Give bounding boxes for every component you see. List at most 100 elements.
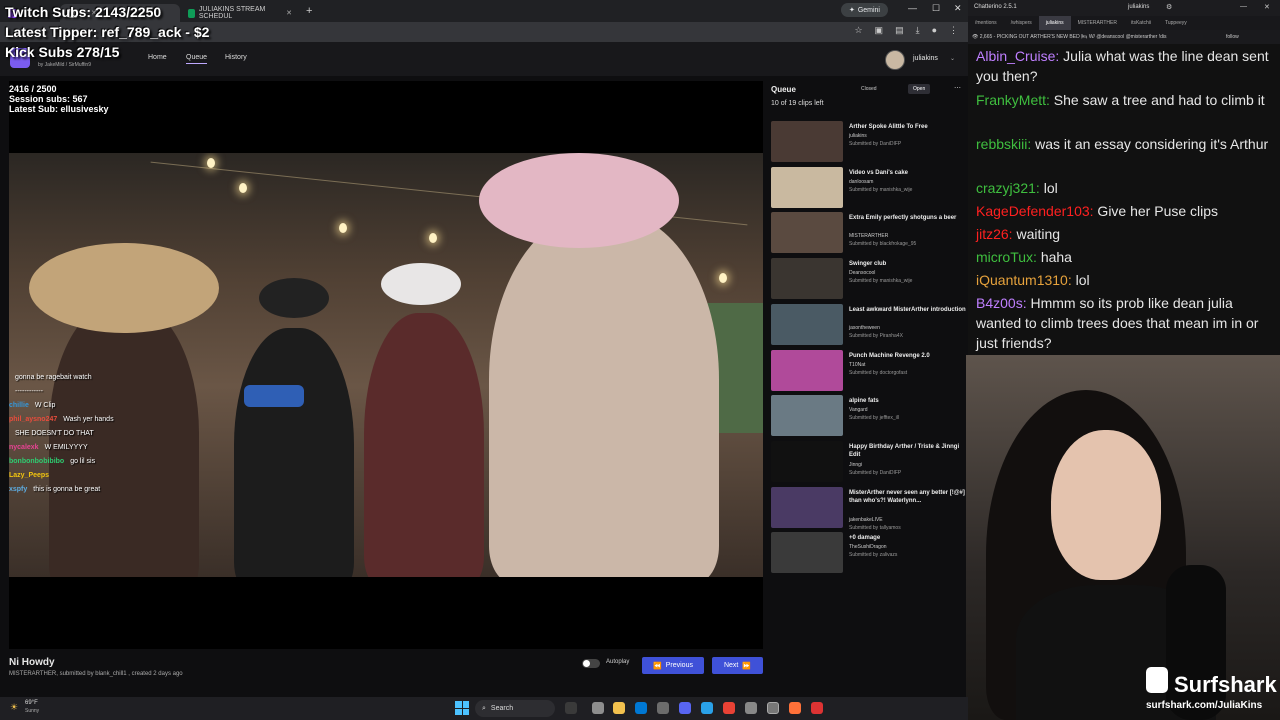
- minimize-icon[interactable]: —: [1240, 3, 1247, 10]
- queue-item[interactable]: +0 damage TheSushiDragon Submitted by zali…: [771, 532, 966, 576]
- chat-message[interactable]: crazyj321: lol: [976, 178, 1272, 198]
- chat-username[interactable]: iQuantum1310:: [976, 272, 1072, 288]
- queue-item[interactable]: Least awkward MisterArther introduction j…: [771, 303, 966, 348]
- sun-icon[interactable]: ☀: [10, 702, 18, 713]
- overlay-chat-user: nycalexk: [9, 444, 39, 451]
- queue-item[interactable]: Extra Emily perfectly shotguns a beer MIS…: [771, 212, 966, 256]
- chat-tab-juliakins[interactable]: juliakins: [1038, 16, 1071, 30]
- clip-channel: jakenbakeLIVE: [849, 516, 883, 523]
- star-icon[interactable]: ☆: [854, 25, 862, 36]
- obs-icon[interactable]: [745, 702, 757, 714]
- chat-message[interactable]: FrankyMett: She saw a tree and had to cl…: [976, 90, 1272, 110]
- fast-forward-icon: ⏩: [742, 662, 752, 670]
- next-button[interactable]: Next ⏩: [712, 657, 763, 674]
- overlay-chat-text: this is gonna be great: [33, 486, 101, 493]
- overlay-chat-text: Wash yer hands: [63, 416, 114, 423]
- sidebar-icon[interactable]: ▤: [895, 25, 904, 36]
- video-player[interactable]: 2416 / 2500 Session subs: 567 Latest Sub…: [9, 81, 763, 649]
- menu-icon[interactable]: ⋮: [949, 25, 958, 36]
- close-window-icon[interactable]: ✕: [1264, 3, 1270, 11]
- discord-icon[interactable]: [679, 702, 691, 714]
- firefox-icon[interactable]: [789, 702, 801, 714]
- autoplay-toggle[interactable]: [582, 659, 600, 668]
- clip-thumbnail[interactable]: [771, 166, 843, 208]
- weather-condition[interactable]: Sunny: [25, 708, 39, 714]
- clip-thumbnail[interactable]: [771, 349, 843, 391]
- edge-icon[interactable]: [701, 702, 713, 714]
- queue-closed-button[interactable]: Closed: [861, 86, 877, 92]
- chat-message[interactable]: iQuantum1310: lol: [976, 270, 1272, 290]
- chat-message[interactable]: KageDefender103: Give her Puse clips: [976, 201, 1272, 221]
- chat-username[interactable]: crazyj321:: [976, 180, 1040, 196]
- profile-icon[interactable]: ●: [932, 25, 937, 36]
- chat-username[interactable]: FrankyMett:: [976, 92, 1050, 108]
- nav-history[interactable]: History: [225, 54, 247, 61]
- clip-thumbnail[interactable]: [771, 486, 843, 528]
- clip-submitter: Submitted by manishka_wije: [849, 186, 913, 193]
- queue-item[interactable]: MisterArther never seen any better [!@#]…: [771, 486, 966, 531]
- chat-tab-misterarther[interactable]: MISTERARTHER: [1071, 16, 1124, 30]
- chat-tab-itskatchii[interactable]: itsKatchii: [1124, 16, 1158, 30]
- clip-thumbnail[interactable]: [771, 532, 843, 574]
- chat-username[interactable]: Albin_Cruise:: [976, 48, 1059, 64]
- user-name[interactable]: juliakins: [913, 55, 938, 62]
- overlay-chat-line: ------------: [9, 385, 114, 399]
- clip-submitter: Submitted by jefftex_ill: [849, 415, 899, 422]
- windows-start-icon[interactable]: [455, 701, 469, 715]
- extension-icon[interactable]: ▣: [875, 25, 884, 36]
- chat-username[interactable]: KageDefender103:: [976, 203, 1094, 219]
- chrome-icon[interactable]: [723, 702, 735, 714]
- chat-message[interactable]: B4z00s: Hmmm so its prob like dean julia…: [976, 293, 1272, 353]
- widgets-icon[interactable]: [565, 702, 577, 714]
- queue-item[interactable]: Happy Birthday Arther / Triste & Jinngi …: [771, 440, 966, 485]
- clip-channel[interactable]: MISTERARTHER: [9, 671, 56, 677]
- clip-submitter: Submitted by tallyamos: [849, 524, 901, 531]
- user-avatar[interactable]: [885, 50, 905, 70]
- gemini-button[interactable]: ✦ Gemini: [840, 3, 888, 17]
- taskbar-search[interactable]: ⌕ Search: [475, 700, 555, 717]
- previous-button[interactable]: ⏪ Previous: [642, 657, 704, 674]
- close-tab-icon[interactable]: ✕: [286, 9, 292, 17]
- store-icon[interactable]: [635, 702, 647, 714]
- clip-thumbnail[interactable]: [771, 212, 843, 254]
- clip-thumbnail[interactable]: [771, 258, 843, 300]
- maximize-icon[interactable]: ☐: [932, 3, 940, 14]
- chat-tab-tuppeeyy[interactable]: Tuppeeyy: [1158, 16, 1194, 30]
- chat-message[interactable]: rebbskiii: was it an essay considering i…: [976, 134, 1272, 154]
- clip-thumbnail[interactable]: [771, 440, 843, 482]
- chat-username[interactable]: jitz26:: [976, 226, 1013, 242]
- chatterino-user[interactable]: juliakins: [1128, 4, 1149, 10]
- queue-item[interactable]: Punch Machine Revenge 2.0 T10Nat Submitted…: [771, 349, 966, 394]
- chat-username[interactable]: B4z00s:: [976, 295, 1027, 311]
- chatterino-icon[interactable]: [767, 702, 779, 714]
- task-view-icon[interactable]: [592, 702, 604, 714]
- follow-button[interactable]: follow: [1226, 34, 1239, 40]
- queue-item[interactable]: Arther Spoke Alittle To Free juliakins Sub…: [771, 121, 966, 165]
- minimize-icon[interactable]: —: [908, 3, 917, 13]
- chat-tab-mentions[interactable]: /mentions: [968, 16, 1004, 30]
- downloads-icon[interactable]: ⤓: [916, 25, 920, 36]
- more-options-icon[interactable]: ⋯: [954, 84, 961, 92]
- queue-item[interactable]: alpine fats Vangard Submitted by jefftex_i…: [771, 395, 966, 439]
- settings-gear-icon[interactable]: ⚙: [1166, 3, 1172, 11]
- app-icon-red[interactable]: [811, 702, 823, 714]
- chat-tab-whispers[interactable]: /whispers: [1004, 16, 1039, 30]
- new-tab-icon[interactable]: +: [306, 5, 312, 17]
- clip-channel: jasontheween: [849, 324, 880, 331]
- queue-item[interactable]: Swinger club Deansocool Submitted by manis…: [771, 258, 966, 302]
- chat-username[interactable]: microTux:: [976, 249, 1037, 265]
- clip-thumbnail[interactable]: [771, 121, 843, 162]
- chat-message[interactable]: Albin_Cruise: Julia what was the line de…: [976, 46, 1272, 86]
- chat-message[interactable]: jitz26: waiting: [976, 224, 1272, 244]
- clip-thumbnail[interactable]: [771, 395, 843, 437]
- chat-message[interactable]: microTux: haha: [976, 247, 1272, 267]
- close-window-icon[interactable]: ✕: [954, 3, 962, 14]
- clip-thumbnail[interactable]: [771, 303, 843, 345]
- chevron-down-icon[interactable]: ⌄: [950, 55, 955, 62]
- chat-username[interactable]: rebbskiii:: [976, 136, 1031, 152]
- app-icon[interactable]: [657, 702, 669, 714]
- queue-open-button[interactable]: Open: [908, 84, 931, 94]
- weather-temp[interactable]: 69°F: [25, 700, 38, 706]
- file-explorer-icon[interactable]: [613, 702, 625, 714]
- queue-item[interactable]: Video vs Dani's cake danloosam Submitted b…: [771, 166, 966, 211]
